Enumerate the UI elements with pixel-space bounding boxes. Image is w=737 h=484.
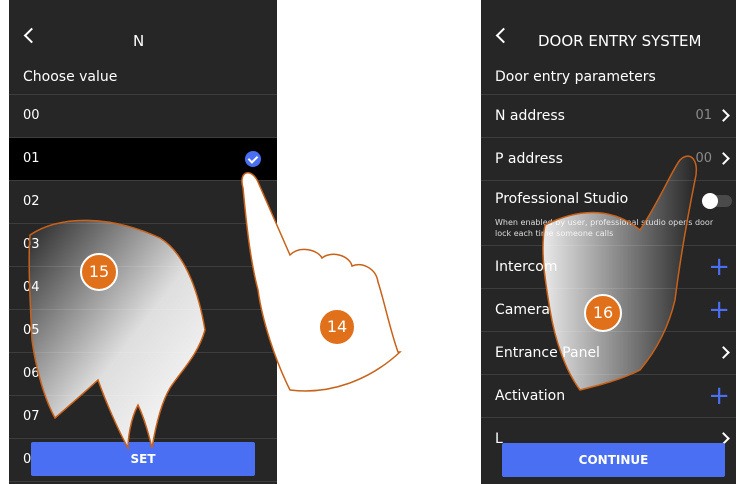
hand-15 — [28, 219, 206, 451]
step-14-badge: 14 — [318, 308, 356, 346]
hand-15-shape — [28, 219, 206, 451]
step-16-badge: 16 — [584, 294, 622, 332]
step-15-badge: 15 — [80, 253, 118, 291]
hand-14-shape — [241, 172, 402, 392]
hand-16 — [542, 155, 697, 391]
hand-16-shape — [542, 155, 697, 391]
hand-14 — [241, 172, 402, 392]
hand-illustrations — [28, 155, 697, 451]
